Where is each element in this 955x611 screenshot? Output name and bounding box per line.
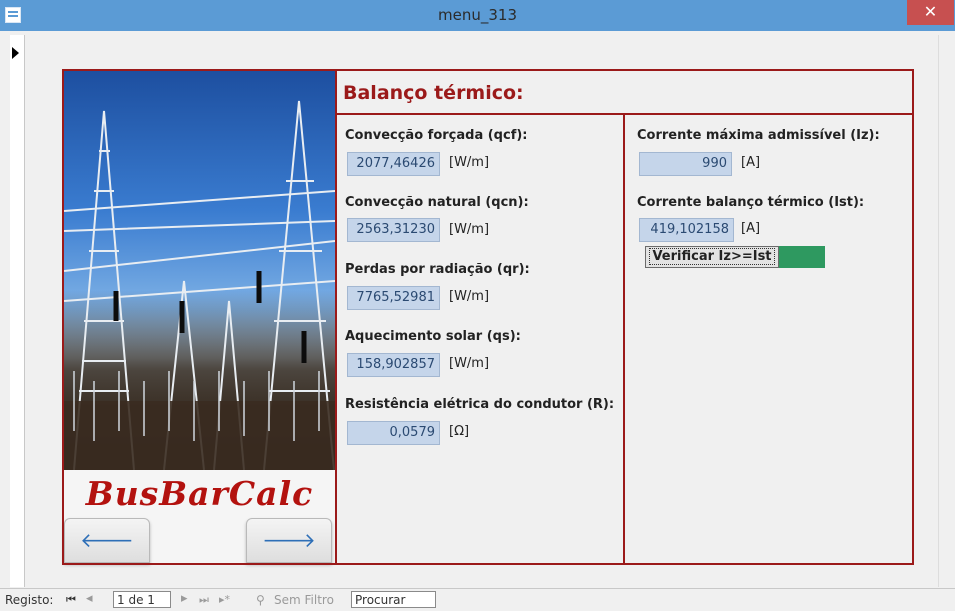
record-selector[interactable] [10,35,25,587]
close-button[interactable]: ✕ [907,0,954,25]
filter-status[interactable]: Sem Filtro [274,593,334,607]
new-record-icon[interactable]: ▸* [219,593,230,606]
first-record-icon[interactable]: ⏮ [66,593,76,607]
filter-icon[interactable]: ⚲ [256,593,265,607]
vertical-scrollbar[interactable] [938,35,955,587]
record-label: Registo: [5,593,54,607]
previous-record-icon[interactable]: ◂ [86,591,93,606]
next-record-icon[interactable]: ▸ [181,591,188,606]
search-input[interactable]: Procurar [351,591,436,608]
form-frame [62,69,914,565]
window-title: menu_313 [438,6,517,24]
last-record-icon[interactable]: ⏭ [199,593,209,607]
record-number-input[interactable]: 1 de 1 [113,591,171,608]
record-navigation-bar: Registo: ⏮ ◂ 1 de 1 ▸ ⏭ ▸* ⚲ Sem Filtro … [0,588,955,611]
current-record-arrow-icon [12,47,19,59]
title-bar: menu_313 ✕ [0,0,955,31]
